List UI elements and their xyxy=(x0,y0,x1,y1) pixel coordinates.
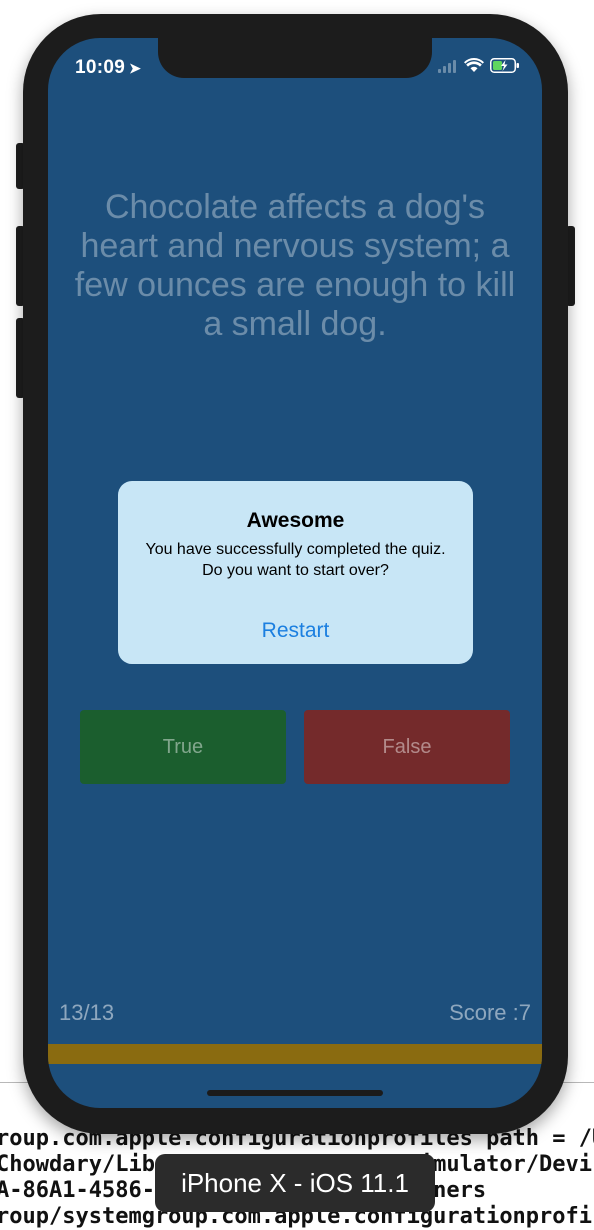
status-time: 10:09 ➤ xyxy=(75,57,141,79)
wifi-icon xyxy=(464,58,484,73)
true-button[interactable]: True xyxy=(80,710,286,784)
score-label: Score :7 xyxy=(449,1000,531,1025)
completion-alert: Awesome You have successfully completed … xyxy=(118,481,473,664)
question-text: Chocolate affects a dog's heart and nerv… xyxy=(74,188,516,343)
false-button[interactable]: False xyxy=(304,710,510,784)
device-label: iPhone X - iOS 11.1 xyxy=(155,1154,435,1212)
cellular-signal-icon xyxy=(438,59,456,73)
location-arrow-icon: ➤ xyxy=(129,60,142,76)
progress-bar xyxy=(48,1044,542,1064)
app-screen: 10:09 ➤ Chocolate affects a dog's heart … xyxy=(48,38,542,1108)
alert-message: You have successfully completed the quiz… xyxy=(145,541,446,579)
question-counter: 13/13 xyxy=(59,1000,115,1025)
home-indicator[interactable] xyxy=(207,1090,383,1096)
status-icons xyxy=(438,58,520,73)
restart-button[interactable]: Restart xyxy=(118,619,473,643)
battery-charging-icon xyxy=(490,58,520,73)
notch xyxy=(158,38,432,78)
iphone-frame: 10:09 ➤ Chocolate affects a dog's heart … xyxy=(23,14,568,1134)
status-time-text: 10:09 xyxy=(75,57,126,78)
alert-title: Awesome xyxy=(246,509,345,532)
